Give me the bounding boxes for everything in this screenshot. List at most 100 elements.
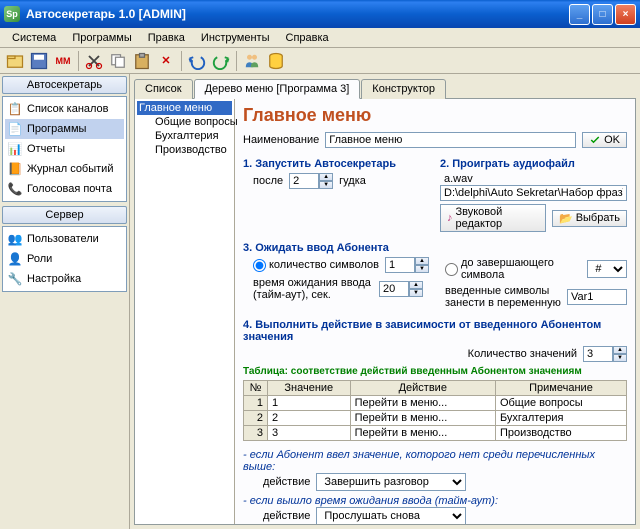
- tab-menu-tree[interactable]: Дерево меню [Программа 3]: [194, 79, 361, 99]
- table-row[interactable]: 11Перейти в меню...Общие вопросы: [244, 396, 627, 411]
- count-input[interactable]: [583, 346, 613, 362]
- ok-button[interactable]: OK: [582, 132, 627, 148]
- minimize-button[interactable]: _: [569, 4, 590, 25]
- radio-terminator[interactable]: до завершающего символа: [445, 257, 581, 281]
- tab-pane: Главное меню Общие вопросы Бухгалтерия П…: [134, 98, 636, 525]
- tool-paste-icon[interactable]: [131, 50, 153, 72]
- voicemail-icon: 📞: [7, 181, 23, 197]
- spin-up-icon[interactable]: ▲: [319, 173, 333, 181]
- th-note: Примечание: [495, 381, 626, 396]
- sidebar-item-channels[interactable]: 📋Список каналов: [5, 99, 124, 119]
- spin-down-icon[interactable]: ▼: [319, 181, 333, 189]
- sound-editor-button[interactable]: ♪Звуковой редактор: [440, 204, 546, 232]
- count-stepper[interactable]: ▲▼: [583, 346, 627, 362]
- sidebar-panel1: 📋Список каналов 📄Программы 📊 Отчеты 📙 Журн…: [2, 96, 127, 202]
- settings-icon: 🔧: [7, 271, 23, 287]
- tree-child[interactable]: Бухгалтерия: [137, 129, 232, 143]
- tool-save-icon[interactable]: [28, 50, 50, 72]
- var-input[interactable]: [567, 289, 627, 305]
- tool-redo-icon[interactable]: [210, 50, 232, 72]
- cell-val[interactable]: 1: [268, 396, 351, 411]
- sidebar-item-label: Отчеты: [27, 143, 65, 155]
- sidebar-item-label: Журнал событий: [27, 163, 113, 175]
- toolbar: MM ✕: [0, 48, 640, 74]
- timeout-stepper[interactable]: ▲▼: [379, 281, 423, 297]
- table-row[interactable]: 33Перейти в меню...Производство: [244, 426, 627, 441]
- symbols-input[interactable]: [385, 257, 415, 273]
- tree-child[interactable]: Общие вопросы: [137, 115, 232, 129]
- cell-note[interactable]: Общие вопросы: [495, 396, 626, 411]
- cell-act[interactable]: Перейти в меню...: [350, 396, 495, 411]
- fallback1-select[interactable]: Завершить разговор: [316, 473, 466, 491]
- tab-list[interactable]: Список: [134, 79, 193, 99]
- symbols-stepper[interactable]: ▲▼: [385, 257, 429, 273]
- tree-child[interactable]: Производство: [137, 143, 232, 157]
- roles-icon: 👤: [7, 251, 23, 267]
- menu-help[interactable]: Справка: [278, 30, 337, 46]
- cell-num: 3: [244, 426, 268, 441]
- radio-symbol-count[interactable]: количество символов: [253, 259, 379, 272]
- tab-constructor[interactable]: Конструктор: [361, 79, 446, 99]
- sec1-title: 1. Запустить Автосекретарь: [243, 158, 430, 170]
- spin-up-icon[interactable]: ▲: [415, 257, 429, 265]
- log-icon: 📙: [7, 161, 23, 177]
- radio-input[interactable]: [253, 259, 266, 272]
- timeout-input[interactable]: [379, 281, 409, 297]
- tool-undo-icon[interactable]: [186, 50, 208, 72]
- fallback2-select[interactable]: Прослушать снова: [316, 507, 466, 524]
- th-num: №: [244, 381, 268, 396]
- sidebar-item-programs[interactable]: 📄Программы: [5, 119, 124, 139]
- radio-input[interactable]: [445, 263, 458, 276]
- programs-icon: 📄: [7, 121, 23, 137]
- reports-icon: 📊: [7, 141, 23, 157]
- file-short: a.wav: [440, 173, 627, 185]
- name-input[interactable]: [325, 132, 576, 148]
- tool-db-icon[interactable]: [265, 50, 287, 72]
- th-action: Действие: [350, 381, 495, 396]
- menu-system[interactable]: Система: [4, 30, 64, 46]
- spin-down-icon[interactable]: ▼: [415, 265, 429, 273]
- sidebar-item-users[interactable]: 👥Пользователи: [5, 229, 124, 249]
- terminator-select[interactable]: #: [587, 260, 627, 278]
- close-button[interactable]: ×: [615, 4, 636, 25]
- tool-open-icon[interactable]: [4, 50, 26, 72]
- after-label: после: [253, 175, 283, 187]
- table-row[interactable]: 22Перейти в меню...Бухгалтерия: [244, 411, 627, 426]
- cell-note[interactable]: Бухгалтерия: [495, 411, 626, 426]
- radio-label: до завершающего символа: [461, 257, 581, 281]
- audio-path-input[interactable]: [440, 185, 627, 201]
- beep-label: гудка: [339, 175, 366, 187]
- cell-note[interactable]: Производство: [495, 426, 626, 441]
- main: Автосекретарь 📋Список каналов 📄Программы…: [0, 74, 640, 529]
- cell-val[interactable]: 2: [268, 411, 351, 426]
- browse-button[interactable]: 📂Выбрать: [552, 210, 627, 227]
- spin-up-icon[interactable]: ▲: [409, 281, 423, 289]
- tool-delete-icon[interactable]: ✕: [155, 50, 177, 72]
- sidebar-item-settings[interactable]: 🔧Настройка: [5, 269, 124, 289]
- sidebar-item-label: Голосовая почта: [27, 183, 112, 195]
- sidebar-item-roles[interactable]: 👤Роли: [5, 249, 124, 269]
- spin-up-icon[interactable]: ▲: [613, 346, 627, 354]
- sidebar-item-voicemail[interactable]: 📞 Голосовая почта: [5, 179, 124, 199]
- sidebar-item-reports[interactable]: 📊 Отчеты: [5, 139, 124, 159]
- menu-tools[interactable]: Инструменты: [193, 30, 278, 46]
- cell-act[interactable]: Перейти в меню...: [350, 426, 495, 441]
- beeps-input[interactable]: [289, 173, 319, 189]
- spin-down-icon[interactable]: ▼: [409, 289, 423, 297]
- cell-val[interactable]: 3: [268, 426, 351, 441]
- menu-programs[interactable]: Программы: [64, 30, 139, 46]
- menu-edit[interactable]: Правка: [140, 30, 193, 46]
- name-label: Наименование: [243, 134, 319, 146]
- tree-root[interactable]: Главное меню: [137, 101, 232, 115]
- maximize-button[interactable]: □: [592, 4, 613, 25]
- tool-mm-icon[interactable]: MM: [52, 50, 74, 72]
- btn-label: Выбрать: [576, 212, 620, 224]
- tool-cut-icon[interactable]: [83, 50, 105, 72]
- spin-down-icon[interactable]: ▼: [613, 354, 627, 362]
- tool-copy-icon[interactable]: [107, 50, 129, 72]
- tool-users-icon[interactable]: [241, 50, 263, 72]
- table-header-row: № Значение Действие Примечание: [244, 381, 627, 396]
- cell-act[interactable]: Перейти в меню...: [350, 411, 495, 426]
- beeps-stepper[interactable]: ▲▼: [289, 173, 333, 189]
- sidebar-item-log[interactable]: 📙 Журнал событий: [5, 159, 124, 179]
